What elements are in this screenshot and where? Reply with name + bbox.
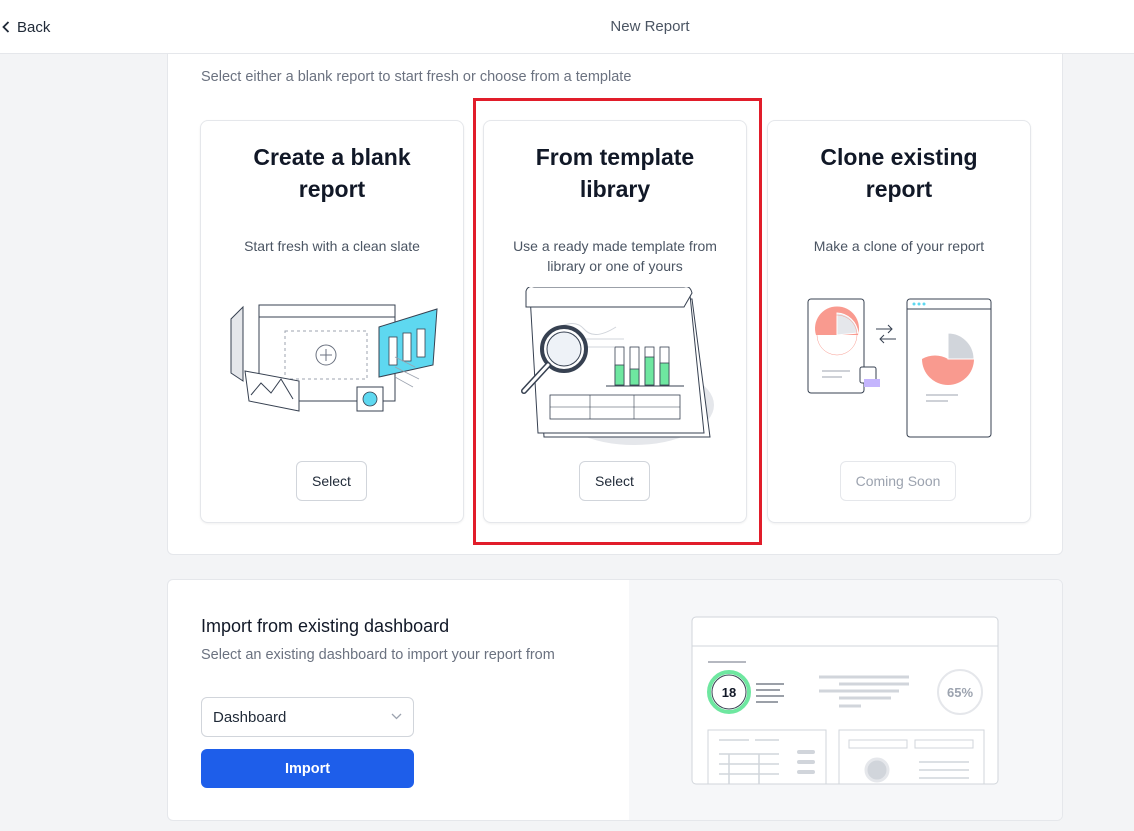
card-description: Make a clone of your report (813, 238, 985, 254)
section-subtitle: Select either a blank report to start fr… (201, 69, 632, 85)
card-title: Create a blank report (253, 144, 411, 202)
clone-report-card: Clone existing report Make a clone of yo… (767, 120, 1031, 523)
dashboard-preview-illustration: 18 65% (691, 616, 999, 785)
select-blank-button[interactable]: Select (296, 461, 367, 501)
top-bar: Back New Report (0, 0, 1134, 54)
dropdown-value: Dashboard (213, 708, 287, 726)
import-panel: Import from existing dashboard Select an… (167, 579, 1063, 821)
template-library-card[interactable]: From template library Use a ready made t… (483, 120, 747, 523)
preview-percent: 65% (947, 685, 973, 700)
template-library-illustration (521, 287, 714, 445)
dashboard-preview-area: 18 65% (629, 580, 1062, 820)
preview-number: 18 (722, 685, 736, 700)
import-button[interactable]: Import (201, 749, 414, 788)
dashboard-dropdown[interactable]: Dashboard (201, 697, 414, 737)
card-title: From template library (535, 144, 695, 202)
card-description: Use a ready made template from library o… (513, 238, 717, 274)
blank-report-card[interactable]: Create a blank report Start fresh with a… (200, 120, 464, 523)
select-template-button[interactable]: Select (579, 461, 650, 501)
card-description: Start fresh with a clean slate (244, 238, 420, 254)
report-options-panel: Select either a blank report to start fr… (167, 30, 1063, 555)
blank-report-illustration (230, 304, 438, 412)
coming-soon-button: Coming Soon (840, 461, 956, 501)
clone-report-illustration (807, 298, 992, 438)
page-title: New Report (610, 18, 690, 35)
import-title: Import from existing dashboard (201, 616, 450, 636)
card-title: Clone existing report (820, 144, 978, 202)
import-subtitle: Select an existing dashboard to import y… (201, 647, 555, 663)
chevron-down-icon (391, 713, 402, 720)
